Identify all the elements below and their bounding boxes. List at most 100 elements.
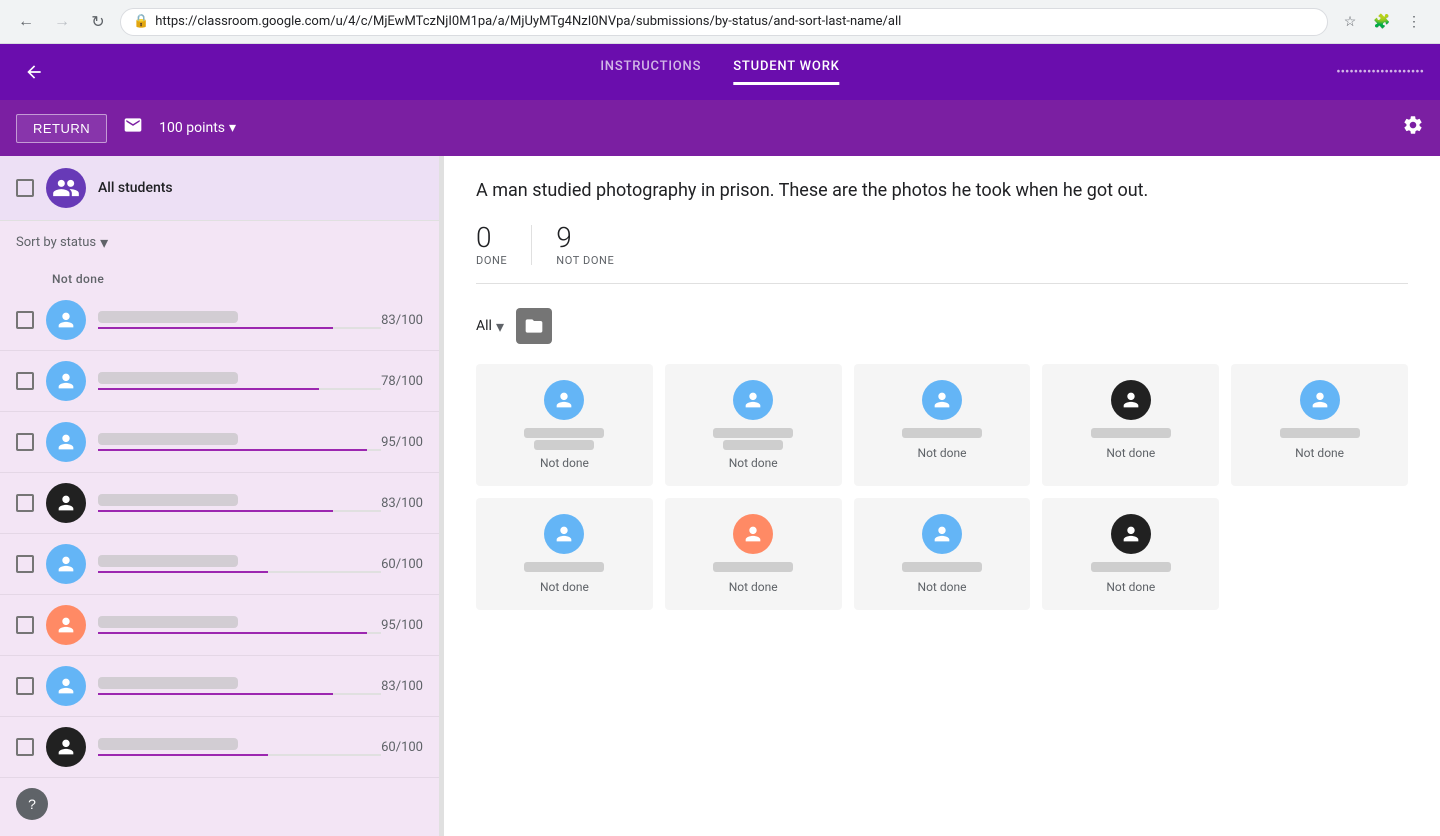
extension-button[interactable]: 🧩: [1368, 8, 1396, 36]
card-name-5: [1280, 428, 1360, 438]
settings-button[interactable]: [1402, 114, 1424, 142]
student-row[interactable]: 60/100: [0, 717, 439, 778]
card-status-4: Not done: [1106, 446, 1155, 460]
filter-dropdown[interactable]: All ▾: [476, 317, 504, 336]
student-score-8: 60/100: [381, 740, 423, 755]
student-checkbox-2[interactable]: [16, 372, 34, 390]
student-name-blur-7: [98, 677, 238, 689]
tab-instructions[interactable]: INSTRUCTIONS: [600, 59, 701, 85]
student-name-col-3: [98, 433, 381, 451]
student-name-col-6: [98, 616, 381, 634]
url-bar[interactable]: 🔒 https://classroom.google.com/u/4/c/MjE…: [120, 8, 1328, 36]
score-fill-5: [98, 571, 268, 573]
not-done-count: 9: [556, 221, 614, 254]
score-fill-1: [98, 327, 333, 329]
student-score-1: 83/100: [381, 313, 423, 328]
student-name-col-7: [98, 677, 381, 695]
student-checkbox-7[interactable]: [16, 677, 34, 695]
score-fill-6: [98, 632, 367, 634]
score-bar-5: [98, 571, 381, 573]
student-row[interactable]: 83/100: [0, 473, 439, 534]
header-user-email: ••••••••••••••••••••: [1336, 65, 1424, 80]
student-name-blur-4: [98, 494, 238, 506]
card-avatar-7: [733, 514, 773, 554]
student-card-2[interactable]: Not done: [665, 364, 842, 486]
student-name-blur-5: [98, 555, 238, 567]
student-card-5[interactable]: Not done: [1231, 364, 1408, 486]
card-name-line2-1: [534, 440, 594, 450]
student-row[interactable]: 83/100: [0, 656, 439, 717]
student-score-2: 78/100: [381, 374, 423, 389]
forward-button[interactable]: →: [48, 8, 76, 36]
student-card-6[interactable]: Not done: [476, 498, 653, 610]
points-label: 100 points: [159, 120, 225, 136]
student-card-3[interactable]: Not done: [854, 364, 1031, 486]
browser-bar: ← → ↻ 🔒 https://classroom.google.com/u/4…: [0, 0, 1440, 44]
card-name-3: [902, 428, 982, 438]
return-button[interactable]: RETURN: [16, 114, 107, 143]
student-row[interactable]: 95/100: [0, 412, 439, 473]
student-avatar-4: [46, 483, 86, 523]
url-text: https://classroom.google.com/u/4/c/MjEwM…: [155, 14, 901, 29]
back-button[interactable]: ←: [12, 8, 40, 36]
card-name-4: [1091, 428, 1171, 438]
tab-student-work[interactable]: STUDENT WORK: [733, 59, 839, 85]
student-row[interactable]: 95/100: [0, 595, 439, 656]
student-card-4[interactable]: Not done: [1042, 364, 1219, 486]
student-avatar-1: [46, 300, 86, 340]
sort-dropdown[interactable]: Sort by status ▾: [16, 233, 108, 252]
menu-button[interactable]: ⋮: [1400, 8, 1428, 36]
card-status-9: Not done: [1106, 580, 1155, 594]
sort-arrow-icon: ▾: [100, 233, 108, 252]
student-name-blur-6: [98, 616, 238, 628]
folder-button[interactable]: [516, 308, 552, 344]
help-button[interactable]: ?: [16, 788, 48, 820]
bookmark-button[interactable]: ☆: [1336, 8, 1364, 36]
points-selector[interactable]: 100 points ▾: [159, 120, 236, 136]
student-card-9[interactable]: Not done: [1042, 498, 1219, 610]
done-stat: 0 DONE: [476, 221, 507, 267]
score-bar-6: [98, 632, 381, 634]
student-row[interactable]: 60/100: [0, 534, 439, 595]
card-status-8: Not done: [918, 580, 967, 594]
student-list: 83/100 78/100 95/100: [0, 290, 439, 778]
card-status-1: Not done: [540, 456, 589, 470]
score-bar-8: [98, 754, 381, 756]
student-checkbox-5[interactable]: [16, 555, 34, 573]
main-content: A man studied photography in prison. The…: [444, 156, 1440, 836]
student-avatar-8: [46, 727, 86, 767]
score-fill-7: [98, 693, 333, 695]
card-status-7: Not done: [729, 580, 778, 594]
student-checkbox-1[interactable]: [16, 311, 34, 329]
student-card-8[interactable]: Not done: [854, 498, 1031, 610]
student-row[interactable]: 83/100: [0, 290, 439, 351]
main-layout: All students Sort by status ▾ Not done 8…: [0, 156, 1440, 836]
header-back-button[interactable]: [16, 54, 52, 90]
card-name-line1-1: [524, 428, 604, 438]
student-checkbox-3[interactable]: [16, 433, 34, 451]
reload-button[interactable]: ↻: [84, 8, 112, 36]
student-checkbox-8[interactable]: [16, 738, 34, 756]
card-name-6: [524, 562, 604, 572]
student-checkbox-6[interactable]: [16, 616, 34, 634]
student-row[interactable]: 78/100: [0, 351, 439, 412]
student-name-col-2: [98, 372, 381, 390]
score-fill-2: [98, 388, 319, 390]
student-name-blur-1: [98, 311, 238, 323]
all-students-checkbox[interactable]: [16, 179, 34, 197]
student-card-1[interactable]: Not done: [476, 364, 653, 486]
email-button[interactable]: [123, 115, 143, 141]
student-avatar-5: [46, 544, 86, 584]
lock-icon: 🔒: [133, 14, 149, 29]
assignment-title: A man studied photography in prison. The…: [476, 180, 1408, 201]
student-avatar-3: [46, 422, 86, 462]
student-checkbox-4[interactable]: [16, 494, 34, 512]
score-bar-1: [98, 327, 381, 329]
all-students-row[interactable]: All students: [0, 156, 439, 221]
header-tabs: INSTRUCTIONS STUDENT WORK: [600, 59, 839, 85]
all-students-label: All students: [98, 180, 173, 196]
card-status-5: Not done: [1295, 446, 1344, 460]
not-done-label: NOT DONE: [556, 254, 614, 267]
student-card-7[interactable]: Not done: [665, 498, 842, 610]
student-avatar-7: [46, 666, 86, 706]
